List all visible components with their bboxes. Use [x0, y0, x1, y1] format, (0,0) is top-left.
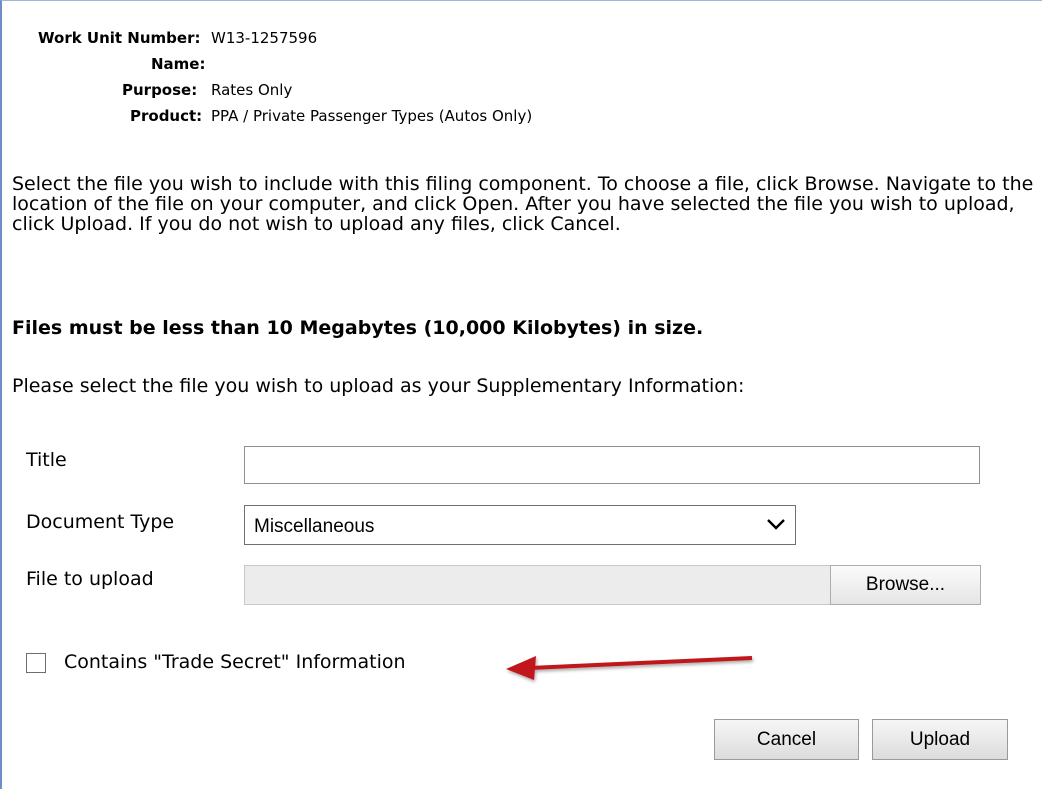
file-to-upload-label: File to upload [26, 568, 154, 590]
instructions-text: Select the file you wish to include with… [12, 173, 1034, 235]
work-unit-label: Work Unit Number: [38, 29, 201, 47]
red-arrow-icon [506, 656, 753, 680]
product-label: Product: [130, 107, 203, 125]
purpose-value: Rates Only [211, 81, 293, 99]
name-label: Name: [151, 55, 206, 73]
document-type-label: Document Type [26, 511, 175, 533]
work-unit-value: W13-1257596 [211, 29, 318, 47]
upload-button[interactable]: Upload [872, 719, 1008, 760]
file-path-field[interactable] [244, 565, 832, 605]
title-label: Title [26, 449, 67, 471]
select-file-prompt: Please select the file you wish to uploa… [12, 375, 745, 397]
document-type-value: Miscellaneous [254, 516, 375, 537]
chevron-down-icon [767, 519, 785, 530]
dialog-frame: Work Unit Number: W13-1257596 Name: Purp… [0, 0, 1042, 789]
purpose-label: Purpose: [122, 81, 198, 99]
title-input[interactable] [244, 446, 980, 484]
trade-secret-checkbox[interactable] [26, 653, 46, 673]
cancel-button[interactable]: Cancel [714, 719, 859, 760]
trade-secret-label: Contains "Trade Secret" Information [64, 651, 406, 673]
file-size-warning: Files must be less than 10 Megabytes (10… [12, 317, 704, 339]
document-type-select[interactable]: Miscellaneous [244, 505, 796, 545]
product-value: PPA / Private Passenger Types (Autos Onl… [211, 107, 533, 125]
browse-button[interactable]: Browse... [830, 565, 981, 605]
